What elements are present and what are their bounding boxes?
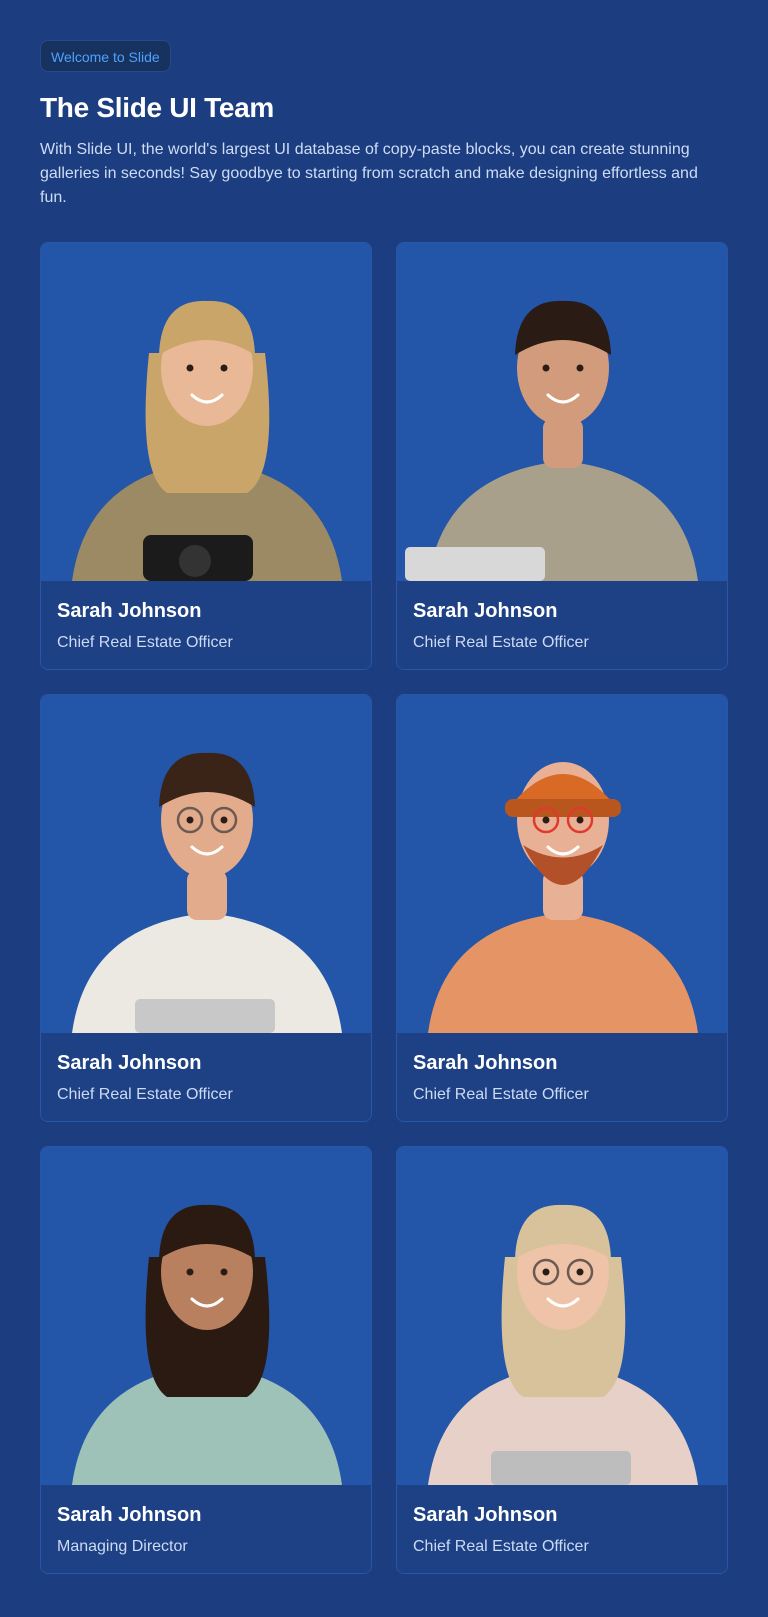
team-card-info: Sarah Johnson Chief Real Estate Officer [397, 1485, 727, 1573]
page-title: The Slide UI Team [40, 92, 274, 123]
right-eye-shape [220, 364, 228, 372]
team-card: Sarah Johnson Chief Real Estate Officer [40, 242, 372, 670]
left-eye-shape [542, 1268, 550, 1276]
camera-lens-shape [179, 545, 211, 577]
portrait-illustration [72, 300, 342, 581]
team-member-photo [397, 1147, 727, 1485]
left-eye-shape [542, 816, 550, 824]
team-card: Sarah Johnson Chief Real Estate Officer [396, 242, 728, 670]
team-card-info: Sarah Johnson Chief Real Estate Officer [397, 1033, 727, 1121]
right-eye-shape [576, 364, 584, 372]
left-eye-shape [186, 816, 194, 824]
team-card-info: Sarah Johnson Chief Real Estate Officer [397, 581, 727, 669]
team-card: Sarah Johnson Managing Director [40, 1146, 372, 1574]
portrait-illustration [72, 752, 342, 1033]
team-member-name: Sarah Johnson [57, 600, 202, 622]
laptop-shape [491, 1451, 631, 1485]
team-card: Sarah Johnson Chief Real Estate Officer [396, 694, 728, 1122]
laptop-shape [135, 999, 275, 1033]
portrait-illustration [428, 1204, 698, 1485]
team-member-photo [397, 695, 727, 1033]
team-card: Sarah Johnson Chief Real Estate Officer [396, 1146, 728, 1574]
team-member-role: Managing Director [57, 1538, 188, 1555]
team-grid: Sarah Johnson Chief Real Estate Officer … [40, 242, 728, 1574]
right-eye-shape [220, 1268, 228, 1276]
team-member-photo [41, 695, 371, 1033]
team-member-role: Chief Real Estate Officer [57, 634, 233, 651]
welcome-badge: Welcome to Slide [40, 40, 171, 72]
outfit-shape [428, 913, 698, 1033]
team-member-photo [41, 243, 371, 581]
team-member-photo [397, 243, 727, 581]
team-member-name: Sarah Johnson [413, 600, 558, 622]
team-card-info: Sarah Johnson Managing Director [41, 1485, 371, 1573]
portrait-illustration [72, 1204, 342, 1485]
page-description: With Slide UI, the world's largest UI da… [40, 141, 698, 206]
portrait-illustration [405, 300, 698, 581]
team-member-photo [41, 1147, 371, 1485]
team-member-name: Sarah Johnson [413, 1052, 558, 1074]
left-eye-shape [542, 364, 550, 372]
team-member-name: Sarah Johnson [57, 1504, 202, 1526]
team-card-info: Sarah Johnson Chief Real Estate Officer [41, 1033, 371, 1121]
left-eye-shape [186, 364, 194, 372]
portrait-illustration [428, 762, 698, 1033]
team-member-name: Sarah Johnson [413, 1504, 558, 1526]
left-eye-shape [186, 1268, 194, 1276]
team-member-role: Chief Real Estate Officer [413, 634, 589, 651]
team-section: Welcome to Slide The Slide UI Team With … [0, 0, 768, 1617]
team-card-info: Sarah Johnson Chief Real Estate Officer [41, 581, 371, 669]
team-member-role: Chief Real Estate Officer [413, 1086, 589, 1103]
team-member-role: Chief Real Estate Officer [413, 1538, 589, 1555]
right-eye-shape [576, 1268, 584, 1276]
team-card: Sarah Johnson Chief Real Estate Officer [40, 694, 372, 1122]
laptop-shape [405, 547, 545, 581]
team-member-name: Sarah Johnson [57, 1052, 202, 1074]
beanie-band-shape [505, 799, 621, 817]
right-eye-shape [220, 816, 228, 824]
team-member-role: Chief Real Estate Officer [57, 1086, 233, 1103]
right-eye-shape [576, 816, 584, 824]
